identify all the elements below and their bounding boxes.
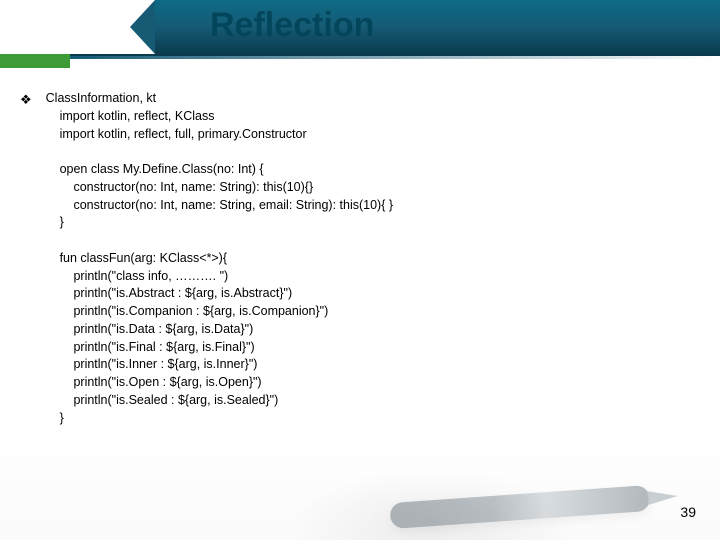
fun-body-line: println("is.Inner : ${arg, is.Inner}")	[73, 357, 257, 371]
page-number: 39	[680, 504, 696, 520]
fun-body-line: println("is.Companion : ${arg, is.Compan…	[73, 304, 328, 318]
fun-body-line: println("class info, ………. ")	[73, 269, 228, 283]
import-line: import kotlin, reflect, KClass	[60, 109, 215, 123]
bullet-icon: ❖	[20, 91, 32, 109]
class-open: open class My.Define.Class(no: Int) {	[60, 162, 264, 176]
file-label: ClassInformation, kt	[46, 91, 156, 105]
slide-header: Reflection	[0, 0, 720, 66]
class-close: }	[60, 215, 64, 229]
code-block: ClassInformation, kt import kotlin, refl…	[46, 90, 393, 427]
fun-body-line: println("is.Open : ${arg, is.Open}")	[73, 375, 261, 389]
slide-title: Reflection	[210, 6, 374, 45]
fun-close: }	[60, 411, 64, 425]
green-accent	[0, 54, 70, 68]
slide-body: ❖ ClassInformation, kt import kotlin, re…	[20, 90, 700, 427]
fun-body-line: println("is.Abstract : ${arg, is.Abstrac…	[73, 286, 292, 300]
fun-body-line: println("is.Sealed : ${arg, is.Sealed}")	[73, 393, 278, 407]
import-line: import kotlin, reflect, full, primary.Co…	[60, 127, 307, 141]
blue-accent-fade	[70, 56, 720, 59]
fun-open: fun classFun(arg: KClass<*>){	[60, 251, 227, 265]
ctor-line: constructor(no: Int, name: String): this…	[73, 180, 313, 194]
fun-body-line: println("is.Final : ${arg, is.Final}")	[73, 340, 254, 354]
ctor-line: constructor(no: Int, name: String, email…	[73, 198, 393, 212]
fun-body-line: println("is.Data : ${arg, is.Data}")	[73, 322, 253, 336]
bullet-item: ❖ ClassInformation, kt import kotlin, re…	[20, 90, 700, 427]
